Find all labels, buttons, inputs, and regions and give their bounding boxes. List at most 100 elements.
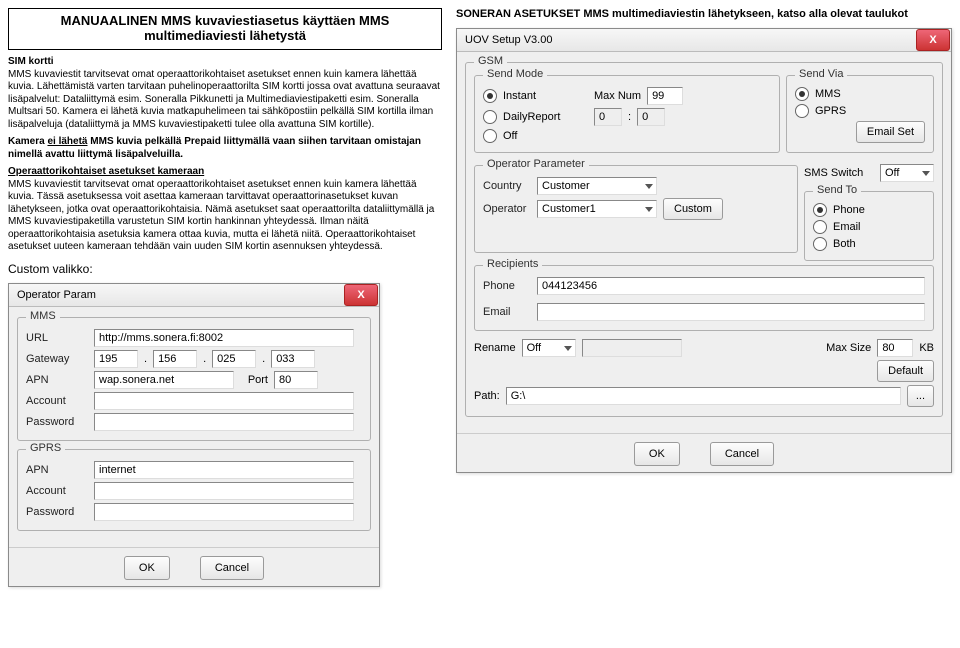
title-line-2: multimediaviesti lähetystä [144,28,306,43]
input-daily-m[interactable] [637,108,665,126]
cancel-button[interactable]: Cancel [710,442,774,466]
ok-button[interactable]: OK [634,442,680,466]
dialog-title: Operator Param [17,289,96,301]
titlebar: UOV Setup V3.00 X [457,29,951,52]
combo-operator[interactable]: Customer1 [537,200,657,218]
lbl-sendvia-gprs: GPRS [815,105,846,117]
right-heading: SONERAN ASETUKSET MMS multimediaviestin … [456,8,952,20]
input-mms-port[interactable] [274,371,318,389]
input-rcpt-phone[interactable] [537,277,925,295]
default-button[interactable]: Default [877,360,934,382]
input-daily-h[interactable] [594,108,622,126]
titlebar: Operator Param X [9,284,379,307]
radio-dailyreport[interactable] [483,110,497,124]
combo-country[interactable]: Customer [537,177,657,195]
input-url[interactable] [94,329,354,347]
input-mms-account[interactable] [94,392,354,410]
group-gprs: GPRS APN Account Password [17,449,371,531]
emailset-button[interactable]: Email Set [856,121,925,143]
group-operator-param-label: Operator Parameter [483,158,589,170]
lbl-port: Port [240,374,268,386]
lbl-operator: Operator [483,203,531,215]
heading-sim: SIM kortti [8,56,54,67]
lbl-url: URL [26,332,88,344]
browse-button[interactable]: ... [907,385,934,407]
lbl-sendmode-off: Off [503,130,517,142]
lbl-apn: APN [26,374,88,386]
lbl-sendto-both: Both [833,238,856,250]
lbl-gateway: Gateway [26,353,88,365]
lbl-sendto-email: Email [833,221,861,233]
heading-custom-menu: Custom valikko: [8,262,93,276]
radio-instant[interactable] [483,89,497,103]
input-gw-3[interactable] [271,350,315,368]
input-mms-apn[interactable] [94,371,234,389]
lbl-country: Country [483,180,531,192]
cancel-button[interactable]: Cancel [200,556,264,580]
group-sendvia-label: Send Via [795,68,847,80]
para-prepaid-b: ei lähetä [47,136,87,147]
close-icon[interactable]: X [916,29,950,51]
lbl-dailyreport: DailyReport [503,111,588,123]
lbl-sendto-phone: Phone [833,204,865,216]
lbl-rcpt-phone: Phone [483,280,531,292]
input-path[interactable] [506,387,901,405]
radio-sendto-email[interactable] [813,220,827,234]
left-title-box: MANUAALINEN MMS kuvaviestiasetus käyttäe… [8,8,442,50]
input-gw-0[interactable] [94,350,138,368]
close-icon[interactable]: X [344,284,378,306]
group-mms: MMS URL Gateway . . . [17,317,371,441]
group-sendmode: Send Mode Instant Max Num DailyReport [474,75,780,153]
radio-sendto-both[interactable] [813,237,827,251]
input-gprs-password[interactable] [94,503,354,521]
input-gw-2[interactable] [212,350,256,368]
lbl-gprs-password: Password [26,506,88,518]
lbl-sms-switch: SMS Switch [804,167,863,179]
input-mms-password[interactable] [94,413,354,431]
title-line-1: MANUAALINEN MMS kuvaviestiasetus käyttäe… [61,13,390,28]
group-gprs-label: GPRS [26,442,65,454]
lbl-gprs-apn: APN [26,464,88,476]
lbl-sendvia-mms: MMS [815,88,841,100]
group-mms-label: MMS [26,310,60,322]
lbl-maxnum: Max Num [594,90,641,102]
lbl-gprs-account: Account [26,485,88,497]
group-gsm-label: GSM [474,55,507,67]
combo-rename[interactable]: Off [522,339,576,357]
input-gw-1[interactable] [153,350,197,368]
input-gprs-account[interactable] [94,482,354,500]
lbl-mms-password: Password [26,416,88,428]
lbl-path: Path: [474,390,500,402]
group-gsm: GSM Send Mode Instant Max Num [465,62,943,417]
group-sendvia: Send Via MMS GPRS Email Set [786,75,934,153]
input-rcpt-email[interactable] [537,303,925,321]
input-maxnum[interactable] [647,87,683,105]
input-gprs-apn[interactable] [94,461,354,479]
radio-sendto-phone[interactable] [813,203,827,217]
heading-operator: Operaattorikohtaiset asetukset kameraan [8,166,204,177]
group-sendto: Send To Phone Email Both [804,191,934,261]
group-recipients: Recipients Phone Email [474,265,934,331]
input-maxsize[interactable] [877,339,913,357]
lbl-rcpt-email: Email [483,306,531,318]
lbl-instant: Instant [503,90,588,102]
dialog-title: UOV Setup V3.00 [465,34,552,46]
dialog-operator-param: Operator Param X MMS URL Gateway . . [8,283,380,587]
para-prepaid-a: Kamera [8,136,47,147]
lbl-rename: Rename [474,342,516,354]
input-rename-value[interactable] [582,339,682,357]
group-sendmode-label: Send Mode [483,68,547,80]
lbl-maxsize: Max Size [826,342,871,354]
custom-button[interactable]: Custom [663,198,723,220]
radio-gprs[interactable] [795,104,809,118]
para-operator-body: MMS kuvaviestit tarvitsevat omat operaat… [8,179,434,253]
lbl-mms-account: Account [26,395,88,407]
radio-mms[interactable] [795,87,809,101]
group-recipients-label: Recipients [483,258,542,270]
ok-button[interactable]: OK [124,556,170,580]
combo-sms-switch[interactable]: Off [880,164,934,182]
group-operator-param: Operator Parameter Country Customer Oper… [474,165,798,253]
group-sendto-label: Send To [813,184,861,196]
radio-off[interactable] [483,129,497,143]
para-sim-body: MMS kuvaviestit tarvitsevat omat operaat… [8,69,440,130]
